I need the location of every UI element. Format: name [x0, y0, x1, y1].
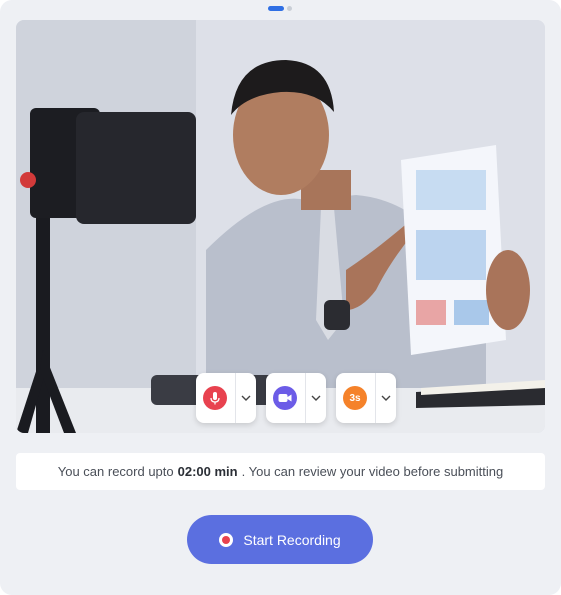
camera-preview: 3s	[16, 20, 545, 433]
recording-info: You can record upto 02:00 min . You can …	[16, 453, 545, 490]
info-prefix: You can record upto	[57, 464, 174, 479]
chevron-down-icon[interactable]	[306, 395, 326, 401]
info-duration: 02:00 min	[177, 464, 238, 479]
preview-image	[16, 20, 545, 433]
start-recording-label: Start Recording	[243, 531, 341, 548]
video-camera-icon[interactable]	[273, 386, 297, 410]
microphone-icon[interactable]	[203, 386, 227, 410]
timer-label: 3s	[349, 392, 361, 404]
start-recording-button[interactable]: Start Recording	[187, 515, 373, 564]
camera-toggle[interactable]	[266, 373, 326, 423]
chevron-down-icon[interactable]	[236, 395, 256, 401]
microphone-toggle[interactable]	[196, 373, 256, 423]
pager-dot[interactable]	[287, 6, 292, 11]
recording-card: 3s You can record upto 02:00 min . You c…	[0, 0, 561, 595]
chevron-down-icon[interactable]	[376, 395, 396, 401]
timer-icon[interactable]: 3s	[343, 386, 367, 410]
info-suffix: . You can review your video before submi…	[241, 464, 504, 479]
record-icon	[219, 532, 234, 547]
pager-dot-active[interactable]	[268, 6, 284, 11]
timer-toggle[interactable]: 3s	[336, 373, 396, 423]
pager-dots	[268, 6, 292, 11]
